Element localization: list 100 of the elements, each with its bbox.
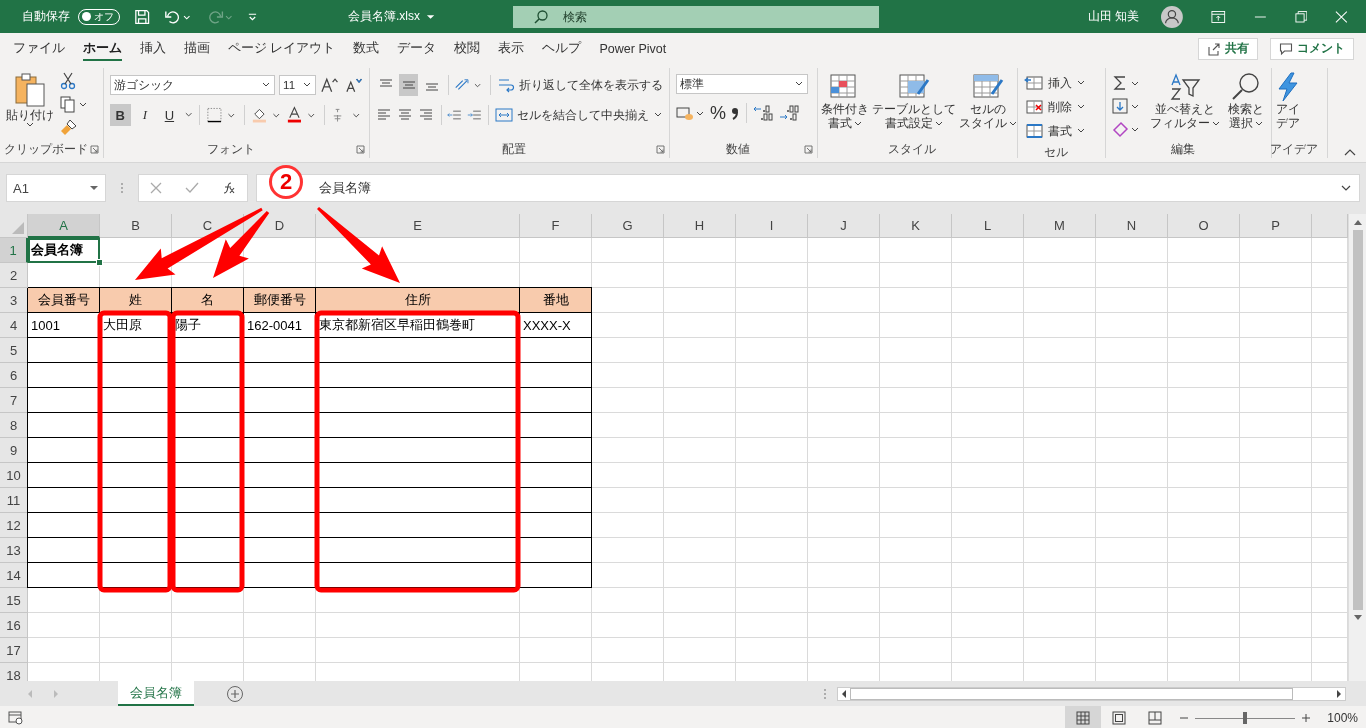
row-header[interactable]: 11 (0, 488, 28, 513)
format-table-button[interactable]: テーブルとして 書式設定 (872, 72, 956, 130)
add-sheet-icon[interactable] (226, 684, 244, 703)
brush-icon[interactable] (60, 118, 78, 136)
fill-handle[interactable] (96, 259, 103, 266)
column-header[interactable]: A (28, 214, 100, 238)
ribbon-tab[interactable]: 校閲 (445, 33, 490, 64)
column-header[interactable]: K (880, 214, 952, 238)
dialog-launcher-icon[interactable] (804, 145, 813, 154)
restore-icon[interactable] (1294, 9, 1308, 24)
row-header[interactable]: 7 (0, 388, 28, 413)
font-name-dropdown[interactable]: 游ゴシック (110, 75, 276, 95)
file-name[interactable]: 会員名簿.xlsx (347, 8, 420, 25)
row-header[interactable]: 18 (0, 663, 28, 681)
sheet-tab[interactable]: 会員名簿 (118, 681, 194, 706)
zoom-in-icon[interactable] (1301, 712, 1312, 723)
zoom-slider[interactable] (1195, 710, 1296, 725)
paste-button[interactable]: 貼り付け (6, 70, 54, 128)
avatar-icon[interactable] (1161, 4, 1184, 29)
ribbon-tab[interactable]: 描画 (175, 33, 219, 64)
expand-icon[interactable] (1341, 185, 1351, 191)
row-header[interactable]: 17 (0, 638, 28, 663)
row-header[interactable]: 9 (0, 438, 28, 463)
horizontal-scrollbar[interactable] (837, 686, 1346, 701)
scrollbar-thumb[interactable] (1352, 230, 1363, 610)
row-header[interactable]: 6 (0, 363, 28, 388)
decrease-decimal-icon[interactable] (779, 104, 801, 122)
scroll-down-icon[interactable] (1352, 614, 1363, 622)
column-header[interactable]: J (808, 214, 880, 238)
caret-icon[interactable] (183, 112, 194, 118)
ribbon-tab[interactable]: ページ レイアウト (219, 33, 345, 64)
row-header[interactable]: 5 (0, 338, 28, 363)
scissors-icon[interactable] (60, 72, 76, 90)
row-header[interactable]: 14 (0, 563, 28, 588)
find-select-button[interactable]: 検索と 選択 (1228, 72, 1264, 130)
scroll-left-icon[interactable] (840, 688, 848, 699)
dialog-launcher-icon[interactable] (656, 145, 665, 154)
row-header[interactable]: 12 (0, 513, 28, 538)
percent-button[interactable]: % (710, 102, 726, 124)
row-header[interactable]: 16 (0, 613, 28, 638)
align-middle-button[interactable] (399, 74, 419, 96)
ribbon-tab[interactable]: ヘルプ (533, 33, 591, 64)
cancel-icon[interactable] (150, 182, 163, 194)
row-header[interactable]: 15 (0, 588, 28, 613)
ribbon-display-icon[interactable] (1211, 9, 1226, 24)
column-header[interactable]: L (952, 214, 1024, 238)
column-header[interactable]: G (592, 214, 664, 238)
column-header[interactable]: M (1024, 214, 1096, 238)
ribbon-tab[interactable]: 挿入 (131, 33, 175, 64)
comment-button[interactable]: コメント (1270, 37, 1354, 60)
column-header[interactable]: H (664, 214, 736, 238)
number-format-dropdown[interactable]: 標準 (676, 74, 808, 94)
conditional-format-button[interactable]: 条件付き 書式 (821, 72, 869, 130)
row-header[interactable]: 13 (0, 538, 28, 563)
ribbon-tab[interactable]: ホーム (74, 33, 131, 64)
format-cells-button[interactable]: 書式 (1024, 120, 1099, 142)
wrap-text-button[interactable]: 折り返して全体を表示する (497, 76, 664, 94)
search-field[interactable]: 検索 (513, 5, 880, 28)
ribbon-tab[interactable]: 数式 (344, 33, 389, 64)
column-header[interactable]: P (1240, 214, 1312, 238)
grow-font-icon[interactable] (320, 76, 340, 94)
share-button[interactable]: 共有 (1198, 37, 1258, 60)
close-icon[interactable] (1335, 9, 1349, 24)
zoom-slider-thumb[interactable] (1243, 711, 1248, 724)
ribbon-tab[interactable]: Power Pivot (590, 33, 676, 64)
zoom-level[interactable]: 100% (1327, 710, 1358, 725)
font-size-dropdown[interactable]: 11 (279, 75, 317, 95)
ribbon-tab[interactable]: 表示 (489, 33, 534, 64)
vertical-scrollbar[interactable] (1348, 214, 1366, 681)
macro-record-icon[interactable] (8, 710, 24, 725)
insert-cells-button[interactable]: 挿入 (1024, 72, 1099, 94)
row-header[interactable]: 4 (0, 313, 28, 338)
enter-icon[interactable] (185, 182, 199, 194)
ribbon-tab[interactable]: ファイル (4, 33, 74, 64)
bold-button[interactable]: B (110, 104, 131, 126)
comma-style-icon[interactable] (730, 105, 740, 121)
cell-styles-button[interactable]: セルの スタイル (959, 72, 1017, 130)
dialog-launcher-icon[interactable] (90, 145, 99, 154)
column-header[interactable]: N (1096, 214, 1168, 238)
sort-filter-button[interactable]: 並べ替えと フィルター (1150, 72, 1220, 130)
normal-view-button[interactable] (1065, 706, 1102, 728)
ribbon-tab[interactable]: データ (388, 33, 446, 64)
italic-button[interactable]: I (134, 104, 156, 126)
currency-icon[interactable] (676, 104, 706, 122)
column-header[interactable]: I (736, 214, 808, 238)
dialog-launcher-icon[interactable] (356, 145, 365, 154)
row-header[interactable]: 2 (0, 263, 28, 288)
name-box[interactable]: A1 (6, 174, 106, 202)
scrollbar-thumb[interactable] (850, 687, 1293, 700)
caret-icon[interactable] (425, 13, 436, 20)
row-header[interactable]: 3 (0, 288, 28, 313)
increase-decimal-icon[interactable] (753, 104, 775, 122)
delete-cells-button[interactable]: 削除 (1024, 96, 1099, 118)
save-icon[interactable] (134, 7, 151, 26)
scroll-up-icon[interactable] (1352, 218, 1363, 226)
shrink-font-icon[interactable] (343, 76, 363, 94)
row-header[interactable]: 8 (0, 413, 28, 438)
row-header[interactable]: 10 (0, 463, 28, 488)
underline-button[interactable]: U (159, 104, 180, 126)
column-header[interactable]: F (520, 214, 592, 238)
